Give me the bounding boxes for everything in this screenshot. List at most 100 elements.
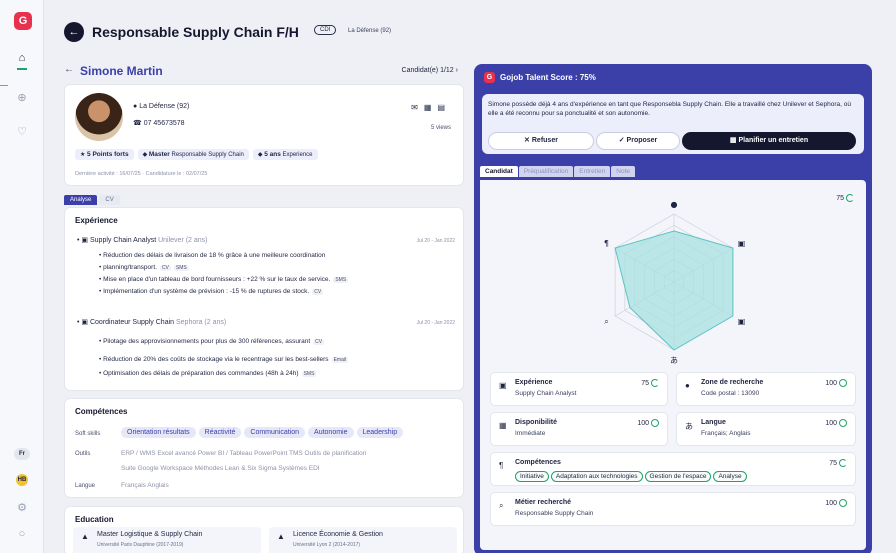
criterion-value: Code postal : 13090 [701, 390, 760, 397]
skill-tag: Adaptation aux technologies [550, 471, 643, 482]
tag-text: Responsable Supply Chain [171, 152, 244, 158]
briefcase-icon: ▣ [81, 319, 89, 326]
education-card: Education ▲ Master Logistique & Supply C… [64, 506, 464, 553]
tag-experience: ◆ 5 ans Experience [252, 149, 318, 160]
tab-analyse[interactable]: Analyse [64, 195, 98, 205]
close-icon: ✕ [524, 137, 530, 144]
candidate-phone: ☎ 07 45673578 [133, 119, 185, 127]
user-avatar-badge[interactable]: HB [16, 474, 28, 486]
criterion-score-value: 100 [637, 419, 649, 427]
left-tabs: Analyse CV [64, 194, 122, 206]
education-title-text: Licence Économie & Gestion [293, 531, 383, 538]
source-chip: CV [312, 289, 324, 295]
criterion-name: Métier recherché [515, 499, 572, 506]
refuse-button[interactable]: ✕ Refuser [488, 132, 594, 150]
education-title: Education [75, 515, 114, 524]
tag-strong: 5 ans [264, 151, 281, 158]
calendar-icon: ▣ [738, 317, 746, 326]
candidate-counter[interactable]: Candidat(e) 1/12 › [402, 67, 458, 74]
tag-strengths: ★ 5 Points forts [75, 149, 134, 160]
arrow-left-icon[interactable]: ← [64, 64, 74, 75]
plan-interview-button[interactable]: ▦ Planifier un entretien [682, 132, 856, 150]
education-school: Université Paris Dauphine (2017-2019) [97, 542, 184, 548]
source-chip: CV [159, 265, 171, 271]
tab-cv[interactable]: CV [99, 195, 120, 205]
tab-entretien[interactable]: Entretien [574, 166, 611, 177]
talent-score-title: Gojob Talent Score : 75% [500, 73, 596, 82]
criterion-zone: ● Zone de recherche Code postal : 13090 … [676, 372, 856, 406]
views-count: 5 views [430, 125, 451, 131]
page-title: Responsable Supply Chain F/H [92, 24, 299, 40]
job-company: Sephora (2 ans) [176, 319, 227, 326]
criterion-value: Responsable Supply Chain [515, 510, 594, 517]
propose-button[interactable]: ✓ Proposer [596, 132, 680, 150]
tab-candidat[interactable]: Candidat [480, 166, 518, 177]
tag-text: Experience [282, 152, 313, 158]
app-logo[interactable]: G [14, 12, 32, 30]
gojob-logo: G [484, 72, 495, 83]
education-item: ▲ Licence Économie & Gestion Université … [269, 527, 457, 553]
back-button[interactable]: ← [64, 22, 84, 42]
criterion-value: Français; Anglais [701, 430, 751, 437]
briefcase-icon: ▣ [81, 237, 89, 244]
score-ring-icon [846, 194, 854, 202]
tag-strong: 5 Points forts [87, 151, 129, 158]
tools-icon: ¶ [604, 239, 609, 248]
criterion-job: ⌕ Métier recherché Responsable Supply Ch… [490, 492, 856, 526]
skills-title: Compétences [75, 407, 128, 416]
criterion-score: 100 [637, 419, 659, 427]
job-company: Unilever (2 ans) [158, 237, 208, 244]
education-title-text: Master Logistique & Supply Chain [97, 531, 203, 538]
criterion-name: Expérience [515, 379, 553, 386]
criterion-score-value: 100 [825, 419, 837, 427]
check-icon: ✓ [618, 137, 625, 144]
radar-shape [614, 230, 734, 351]
bullet-text: Pilotage des approvisionnements pour plu… [103, 338, 311, 345]
tab-note[interactable]: Note [611, 166, 636, 177]
tools-line: ERP / WMS Excel avancé Power BI / Tablea… [121, 450, 367, 457]
chevron-right-icon[interactable]: › [456, 67, 458, 74]
bullet-text: Implémentation d'un système de prévision… [103, 288, 310, 295]
pin-icon: ● [671, 200, 678, 209]
skill-tag: Gestion de l'espace [644, 471, 712, 482]
counter-label: Candidat(e) 1/12 [401, 67, 454, 74]
bullet-text: Réduction de 20% des coûts de stockage v… [103, 356, 329, 363]
left-rail: G ⌂ ⊕ ♡ Fr HB ⚙ ○ [0, 0, 44, 553]
heart-icon[interactable]: ♡ [14, 124, 30, 140]
criterion-name: Zone de recherche [701, 379, 764, 386]
criterion-value: Supply Chain Analyst [515, 390, 577, 397]
logout-icon[interactable]: ○ [14, 526, 30, 542]
language-badge[interactable]: Fr [14, 448, 30, 460]
criterion-score-value: 100 [825, 499, 837, 507]
criterion-score: 100 [825, 499, 847, 507]
overall-score: 75 [836, 194, 854, 202]
job-bullet: • Implémentation d'un système de prévisi… [99, 288, 324, 295]
overall-score-value: 75 [836, 194, 844, 202]
pin-icon: ● [685, 381, 690, 390]
education-item: ▲ Master Logistique & Supply Chain Unive… [73, 527, 261, 553]
print-icon[interactable]: ▤ [437, 103, 451, 112]
active-indicator [17, 68, 27, 70]
calendar-icon[interactable]: ▦ [424, 103, 438, 112]
globe-icon[interactable]: ⊕ [14, 90, 30, 106]
criterion-availability: ▦ Disponibilité Immédiate 100 [490, 412, 668, 446]
skills-tags: Initiative Adaptation aux technologies Ges… [515, 471, 749, 482]
criterion-score: 100 [825, 419, 847, 427]
skill-tag: Analyse [713, 471, 747, 482]
score-ring-icon [839, 499, 847, 507]
job-date: Jul 20 - Jan 2022 [416, 320, 455, 326]
calendar-icon: ▦ [729, 137, 737, 144]
mail-icon[interactable]: ✉ [411, 103, 424, 112]
translate-icon: あ [670, 356, 678, 365]
home-icon[interactable]: ⌂ [14, 50, 30, 66]
job-bullet: • Réduction des délais de livraison de 1… [99, 252, 326, 259]
tab-prequalification[interactable]: Préqualification [518, 166, 574, 177]
settings-icon[interactable]: ⚙ [14, 500, 30, 516]
candidate-nav: ← Simone Martin Candidat(e) 1/12 › [64, 64, 464, 80]
skills-card: Compétences Soft skills Orientation résu… [64, 398, 464, 498]
score-ring-icon [839, 459, 847, 467]
criterion-score: 100 [825, 379, 847, 387]
candidate-summary: Simone possède déjà 4 ans d'expérience e… [488, 101, 851, 117]
job-header: • ▣ Coordinateur Supply Chain Sephora (2… [77, 319, 227, 326]
criterion-language: あ Langue Français; Anglais 100 [676, 412, 856, 446]
